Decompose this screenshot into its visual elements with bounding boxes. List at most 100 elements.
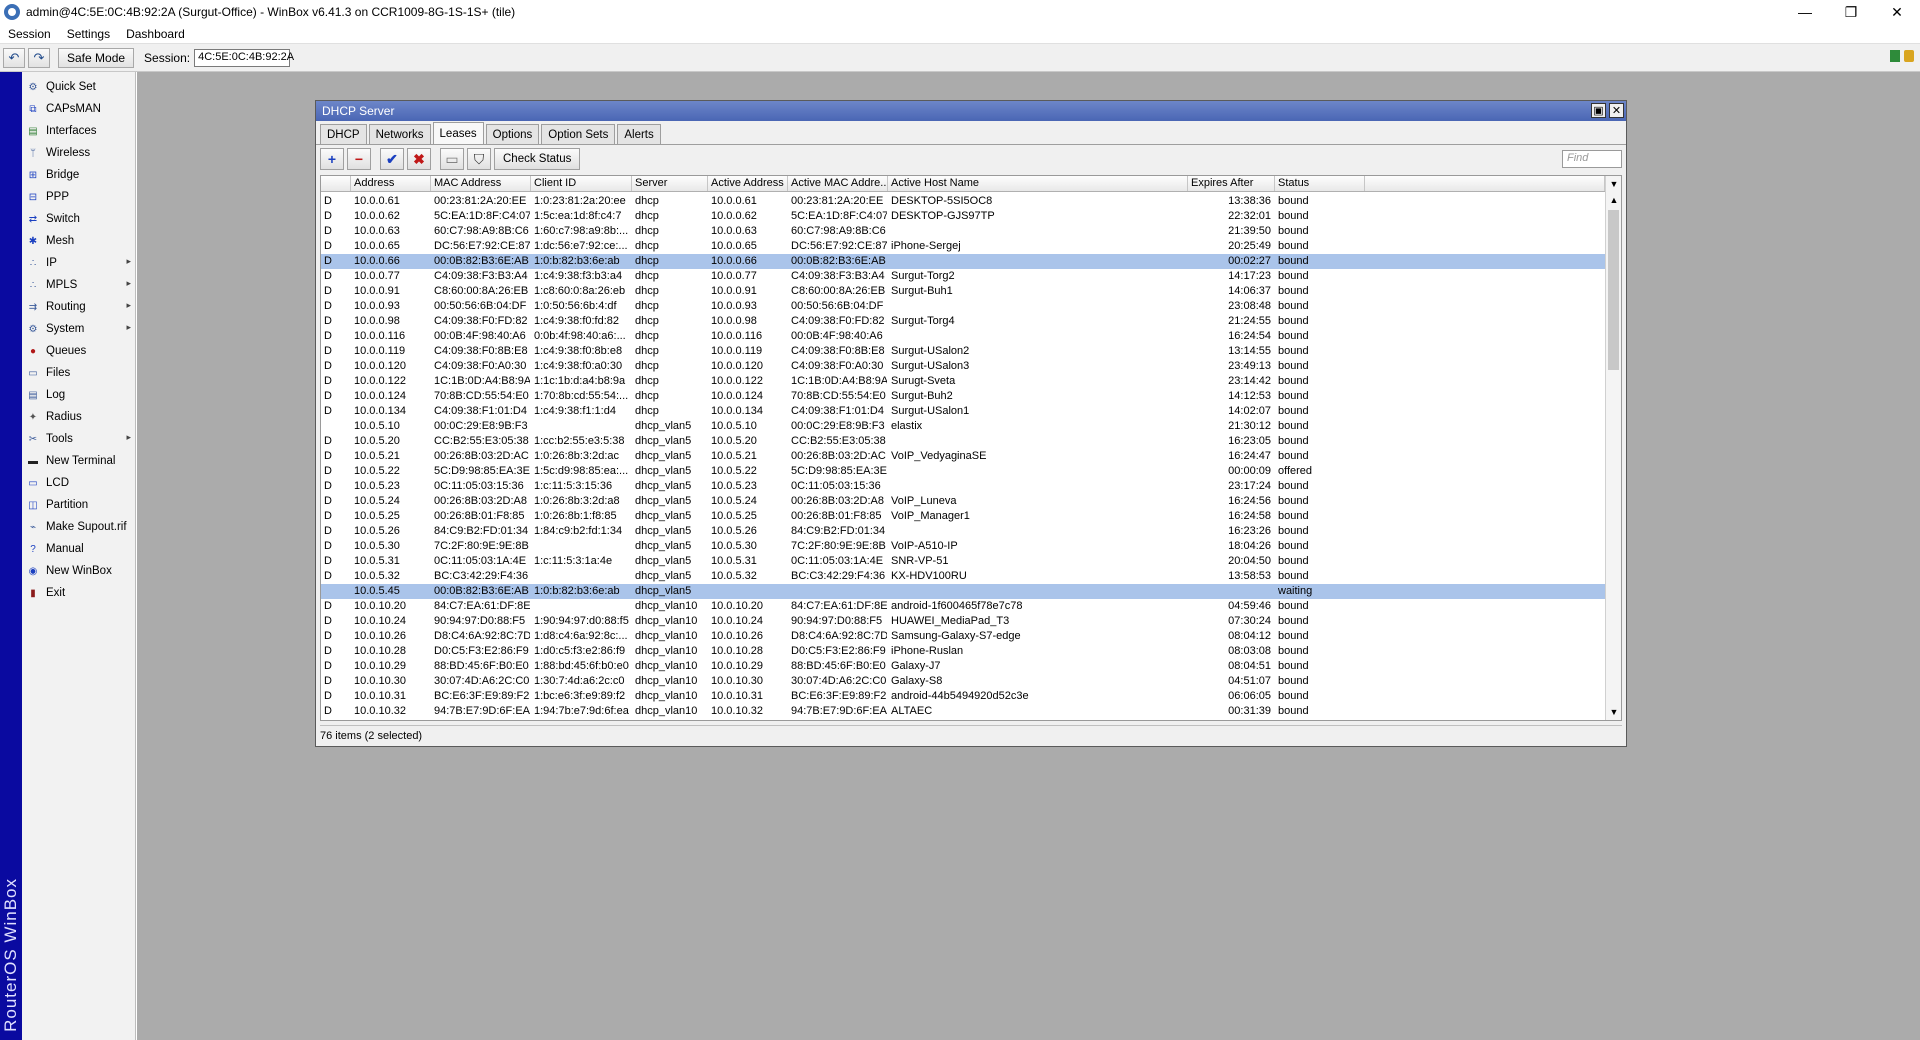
column-header[interactable]: Active Address [708, 176, 788, 191]
sidebar-item-quick-set[interactable]: ⚙ Quick Set [22, 76, 135, 98]
sidebar-item-radius[interactable]: ✦ Radius [22, 406, 135, 428]
sidebar-item-system[interactable]: ⚙ System ▸ [22, 318, 135, 340]
table-row[interactable]: D 10.0.10.32 94:7B:E7:9D:6F:EA 1:94:7b:e7:9… [321, 704, 1605, 719]
sidebar-item-interfaces[interactable]: ▤ Interfaces [22, 120, 135, 142]
table-row[interactable]: D 10.0.5.24 00:26:8B:03:2D:A8 1:0:26:8b:3:2… [321, 494, 1605, 509]
column-header[interactable]: Active MAC Addre... [788, 176, 888, 191]
table-row[interactable]: D 10.0.10.28 D0:C5:F3:E2:86:F9 1:d0:c5:f3:e… [321, 644, 1605, 659]
table-row[interactable]: 10.0.5.45 00:0B:82:B3:6E:AB 1:0:b:82:b3:6e… [321, 584, 1605, 599]
column-header[interactable]: Status [1275, 176, 1365, 191]
sidebar-item-lcd[interactable]: ▭ LCD [22, 472, 135, 494]
scroll-thumb[interactable] [1608, 210, 1619, 370]
dhcp-close-icon[interactable]: ✕ [1609, 103, 1624, 118]
scroll-down-menu-icon[interactable]: ▼ [1606, 176, 1621, 192]
table-row[interactable]: D 10.0.0.63 60:C7:98:A9:8B:C6 1:60:c7:98:a9… [321, 224, 1605, 239]
table-row[interactable]: D 10.0.0.134 C4:09:38:F1:01:D4 1:c4:9:38:f1… [321, 404, 1605, 419]
column-header[interactable]: Expires After [1188, 176, 1275, 191]
table-row[interactable]: D 10.0.5.26 84:C9:B2:FD:01:34 1:84:c9:b2:fd… [321, 524, 1605, 539]
table-row[interactable]: D 10.0.5.30 7C:2F:80:9E:9E:8B dhcp_vlan5 10.… [321, 539, 1605, 554]
table-row[interactable]: D10.0.10.33F4:09:D8:5D:C3:881:f4:9:d8:5d… [321, 719, 1605, 720]
table-row[interactable]: D 10.0.10.24 90:94:97:D0:88:F5 1:90:94:97:d… [321, 614, 1605, 629]
sidebar-item-make-supout-rif[interactable]: ⌁ Make Supout.rif [22, 516, 135, 538]
tab-dhcp[interactable]: DHCP [320, 124, 367, 144]
scroll-down-icon[interactable]: ▼ [1606, 704, 1621, 720]
check-status-button[interactable]: Check Status [494, 148, 581, 170]
sidebar-item-capsman[interactable]: ⧉ CAPsMAN [22, 98, 135, 120]
table-row[interactable]: D 10.0.0.122 1C:1B:0D:A4:B8:9A 1:1c:1b:d:a4… [321, 374, 1605, 389]
menu-session[interactable]: Session [0, 27, 59, 41]
table-row[interactable]: D 10.0.5.31 0C:11:05:03:1A:4E 1:c:11:5:3:1a… [321, 554, 1605, 569]
table-row[interactable]: D 10.0.0.65 DC:56:E7:92:CE:87 1:dc:56:e7:92… [321, 239, 1605, 254]
column-header[interactable]: Client ID [531, 176, 632, 191]
column-header[interactable]: Address [351, 176, 431, 191]
sidebar-item-ppp[interactable]: ⊟ PPP [22, 186, 135, 208]
sidebar-item-wireless[interactable]: ᛘ Wireless [22, 142, 135, 164]
comment-icon[interactable]: ▭ [440, 148, 464, 170]
table-row[interactable]: D 10.0.0.119 C4:09:38:F0:8B:E8 1:c4:9:38:f0… [321, 344, 1605, 359]
table-row[interactable]: D 10.0.0.62 5C:EA:1D:8F:C4:07 1:5c:ea:1d:8f… [321, 209, 1605, 224]
maximize-button[interactable]: ❐ [1828, 0, 1874, 24]
tab-networks[interactable]: Networks [368, 124, 431, 144]
tab-options[interactable]: Options [485, 124, 540, 144]
dhcp-window-titlebar[interactable]: DHCP Server ▣ ✕ [316, 101, 1626, 121]
table-row[interactable]: D 10.0.5.21 00:26:8B:03:2D:AC 1:0:26:8b:3:2… [321, 449, 1605, 464]
sidebar-item-switch[interactable]: ⇄ Switch [22, 208, 135, 230]
table-row[interactable]: D 10.0.5.20 CC:B2:55:E3:05:38 1:cc:b2:55:e3… [321, 434, 1605, 449]
menu-settings[interactable]: Settings [59, 27, 118, 41]
sidebar-item-mpls[interactable]: ∴ MPLS ▸ [22, 274, 135, 296]
table-row[interactable]: D 10.0.0.98 C4:09:38:F0:FD:82 1:c4:9:38:f0:… [321, 314, 1605, 329]
find-input[interactable]: Find [1562, 150, 1622, 168]
vertical-scrollbar[interactable]: ▼ ▲ ▼ [1605, 176, 1621, 720]
column-header[interactable]: Active Host Name [888, 176, 1188, 191]
filter-icon[interactable]: ⛉ [467, 148, 491, 170]
tab-option-sets[interactable]: Option Sets [541, 124, 616, 144]
tab-leases[interactable]: Leases [432, 122, 484, 144]
sidebar-item-bridge[interactable]: ⊞ Bridge [22, 164, 135, 186]
disable-icon[interactable]: ✖ [407, 148, 431, 170]
table-row[interactable]: D 10.0.0.93 00:50:56:6B:04:DF 1:0:50:56:6b:… [321, 299, 1605, 314]
scroll-up-icon[interactable]: ▲ [1606, 192, 1621, 208]
column-header[interactable]: Server [632, 176, 708, 191]
table-row[interactable]: D 10.0.10.26 D8:C4:6A:92:8C:7D 1:d8:c4:6a:9… [321, 629, 1605, 644]
sidebar-item-files[interactable]: ▭ Files [22, 362, 135, 384]
sidebar-item-new-terminal[interactable]: ▬ New Terminal [22, 450, 135, 472]
table-row[interactable]: D 10.0.0.66 00:0B:82:B3:6E:AB 1:0:b:82:b3:6… [321, 254, 1605, 269]
table-row[interactable]: D 10.0.10.29 88:BD:45:6F:B0:E0 1:88:bd:45:6… [321, 659, 1605, 674]
table-row[interactable]: D 10.0.5.25 00:26:8B:01:F8:85 1:0:26:8b:1:f… [321, 509, 1605, 524]
enable-icon[interactable]: ✔ [380, 148, 404, 170]
table-row[interactable]: D 10.0.0.124 70:8B:CD:55:54:E0 1:70:8b:cd:5… [321, 389, 1605, 404]
sidebar-item-queues[interactable]: ● Queues [22, 340, 135, 362]
add-icon[interactable]: + [320, 148, 344, 170]
dhcp-maximize-icon[interactable]: ▣ [1591, 103, 1606, 118]
table-row[interactable]: D 10.0.0.91 C8:60:00:8A:26:EB 1:c8:60:0:8a:… [321, 284, 1605, 299]
menu-dashboard[interactable]: Dashboard [118, 27, 193, 41]
table-row[interactable]: D 10.0.0.77 C4:09:38:F3:B3:A4 1:c4:9:38:f3:… [321, 269, 1605, 284]
table-row[interactable]: D 10.0.10.20 84:C7:EA:61:DF:8E dhcp_vlan10 1… [321, 599, 1605, 614]
sidebar-item-tools[interactable]: ✂ Tools ▸ [22, 428, 135, 450]
table-row[interactable]: D 10.0.0.61 00:23:81:2A:20:EE 1:0:23:81:2a:… [321, 194, 1605, 209]
table-row[interactable]: D 10.0.10.30 30:07:4D:A6:2C:C0 1:30:7:4d:a6… [321, 674, 1605, 689]
undo-button[interactable]: ↶ [3, 47, 25, 68]
redo-button[interactable]: ↷ [28, 47, 50, 68]
safe-mode-button[interactable]: Safe Mode [58, 47, 135, 68]
sidebar-item-ip[interactable]: ∴ IP ▸ [22, 252, 135, 274]
sidebar-item-partition[interactable]: ◫ Partition [22, 494, 135, 516]
column-header[interactable] [321, 176, 351, 191]
column-header[interactable]: MAC Address [431, 176, 531, 191]
remove-icon[interactable]: − [347, 148, 371, 170]
close-button[interactable]: ✕ [1874, 0, 1920, 24]
table-row[interactable]: 10.0.5.10 00:0C:29:E8:9B:F3 dhcp_vlan5 10.0… [321, 419, 1605, 434]
sidebar-item-routing[interactable]: ⇉ Routing ▸ [22, 296, 135, 318]
sidebar-item-log[interactable]: ▤ Log [22, 384, 135, 406]
tab-alerts[interactable]: Alerts [617, 124, 661, 144]
table-row[interactable]: D 10.0.10.31 BC:E6:3F:E9:89:F2 1:bc:e6:3f:e… [321, 689, 1605, 704]
sidebar-item-manual[interactable]: ? Manual [22, 538, 135, 560]
table-row[interactable]: D 10.0.0.116 00:0B:4F:98:40:A6 0:0b:4f:98:4… [321, 329, 1605, 344]
sidebar-item-new-winbox[interactable]: ◉ New WinBox [22, 560, 135, 582]
session-field[interactable]: 4C:5E:0C:4B:92:2A [194, 48, 294, 67]
table-row[interactable]: D 10.0.0.120 C4:09:38:F0:A0:30 1:c4:9:38:f0… [321, 359, 1605, 374]
table-row[interactable]: D 10.0.5.32 BC:C3:42:29:F4:36 dhcp_vlan5 10.… [321, 569, 1605, 584]
sidebar-item-exit[interactable]: ▮ Exit [22, 582, 135, 604]
table-row[interactable]: D 10.0.5.22 5C:D9:98:85:EA:3E 1:5c:d9:98:85… [321, 464, 1605, 479]
table-row[interactable]: D 10.0.5.23 0C:11:05:03:15:36 1:c:11:5:3:15… [321, 479, 1605, 494]
